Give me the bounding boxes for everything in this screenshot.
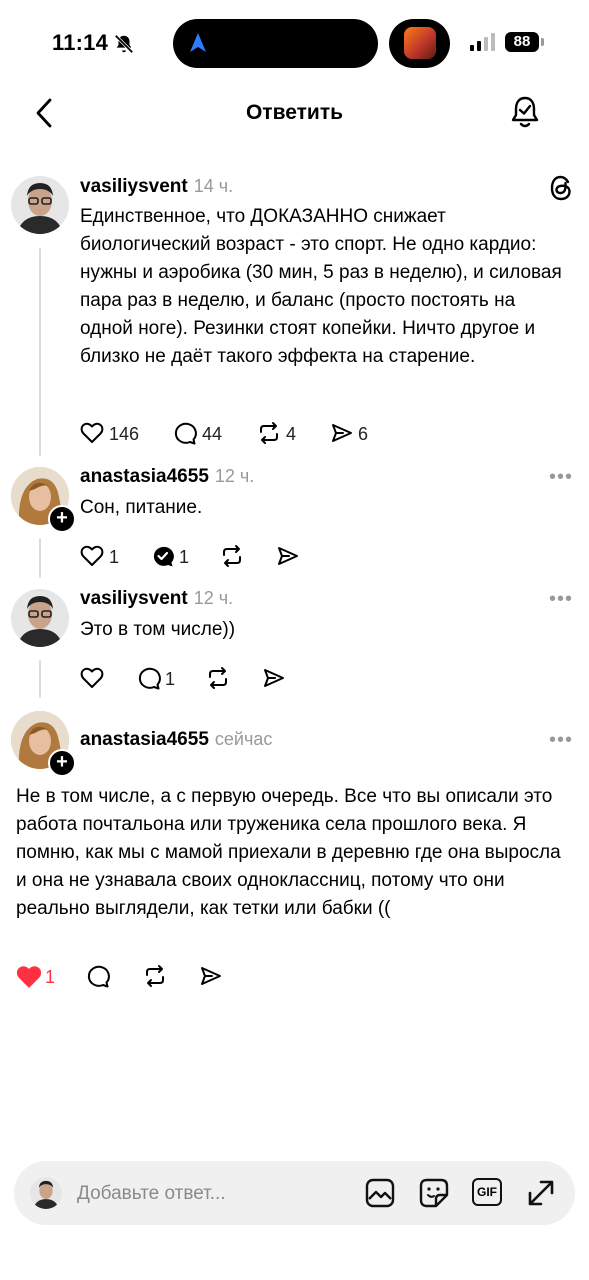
more-options-button[interactable]: ••• [549, 588, 573, 611]
like-heart-icon[interactable] [80, 422, 104, 444]
my-avatar [30, 1177, 62, 1209]
like-count: 1 [45, 967, 56, 987]
cellular-signal-icon [470, 33, 495, 51]
battery-tip [541, 38, 544, 46]
threads-logo-icon[interactable] [549, 175, 573, 201]
post-username-2[interactable]: anastasia4655 12 ч. [80, 466, 254, 488]
repost-icon[interactable] [256, 421, 282, 445]
reply-count: 1 [179, 547, 190, 567]
post-username-1[interactable]: vasiliysvent 14 ч. [80, 176, 233, 198]
username-text[interactable]: anastasia4655 [80, 466, 209, 487]
follow-plus-button[interactable]: + [48, 749, 76, 777]
sticker-icon[interactable] [419, 1178, 449, 1208]
avatar-photo [33, 1180, 59, 1209]
thread-connector-line [39, 538, 41, 578]
like-heart-filled-icon[interactable] [16, 965, 42, 989]
gif-button[interactable]: GIF [472, 1178, 502, 1206]
post-text-1: Единственное, что ДОКАЗАННО снижает биол… [80, 206, 562, 367]
like-count: 146 [109, 424, 140, 444]
battery-level: 88 [505, 32, 539, 52]
post-username-3[interactable]: vasiliysvent 12 ч. [80, 588, 233, 610]
status-time: 11:14 [52, 30, 109, 55]
repost-icon[interactable] [142, 964, 168, 988]
live-activity-thumbnail [404, 27, 436, 59]
bell-muted-icon [114, 34, 134, 54]
reply-count: 1 [165, 669, 176, 689]
repost-icon[interactable] [205, 666, 231, 690]
page-title: Ответить [245, 101, 344, 124]
repost-icon[interactable] [219, 544, 245, 568]
post-time: 12 ч. [214, 466, 255, 486]
share-send-icon[interactable] [276, 545, 300, 567]
notification-bell-check-icon[interactable] [509, 94, 541, 130]
avatar-photo [17, 596, 63, 647]
comment-bubble-icon[interactable] [173, 422, 197, 445]
share-send-icon[interactable] [262, 667, 286, 689]
username-text[interactable]: vasiliysvent [80, 588, 188, 609]
share-send-icon[interactable] [330, 422, 354, 444]
reply-count: 44 [202, 424, 223, 444]
follow-plus-button[interactable]: + [48, 505, 76, 533]
repost-count: 4 [286, 424, 297, 444]
post-text-4: Не в том числе, а с первую очередь. Все … [16, 786, 561, 919]
post-username-4[interactable]: anastasia4655 сейчас [80, 729, 272, 751]
reply-input[interactable]: Добавьте ответ... [77, 1183, 226, 1205]
comment-bubble-icon[interactable] [86, 965, 110, 988]
comment-replied-check-icon[interactable] [151, 545, 175, 568]
more-options-button[interactable]: ••• [549, 466, 573, 489]
avatar[interactable] [11, 589, 69, 647]
like-count: 1 [109, 547, 120, 567]
expand-icon[interactable] [526, 1178, 556, 1208]
navigation-arrow-icon [190, 33, 206, 52]
post-time: 12 ч. [193, 588, 234, 608]
share-send-icon[interactable] [199, 965, 223, 987]
more-options-button[interactable]: ••• [549, 729, 573, 752]
post-time: сейчас [214, 729, 273, 749]
share-count: 6 [358, 424, 369, 444]
image-attach-icon[interactable] [365, 1178, 395, 1208]
comment-bubble-icon[interactable] [137, 667, 161, 690]
like-heart-icon[interactable] [80, 667, 104, 689]
thread-connector-line [39, 248, 41, 456]
thread-connector-line [39, 660, 41, 698]
avatar[interactable] [11, 176, 69, 234]
like-heart-icon[interactable] [80, 545, 104, 567]
post-time: 14 ч. [193, 176, 234, 196]
username-text[interactable]: anastasia4655 [80, 729, 209, 750]
username-text[interactable]: vasiliysvent [80, 176, 188, 197]
post-text-3: Это в том числе)) [80, 619, 236, 640]
post-text-2: Сон, питание. [80, 497, 203, 518]
avatar-photo [17, 183, 63, 234]
